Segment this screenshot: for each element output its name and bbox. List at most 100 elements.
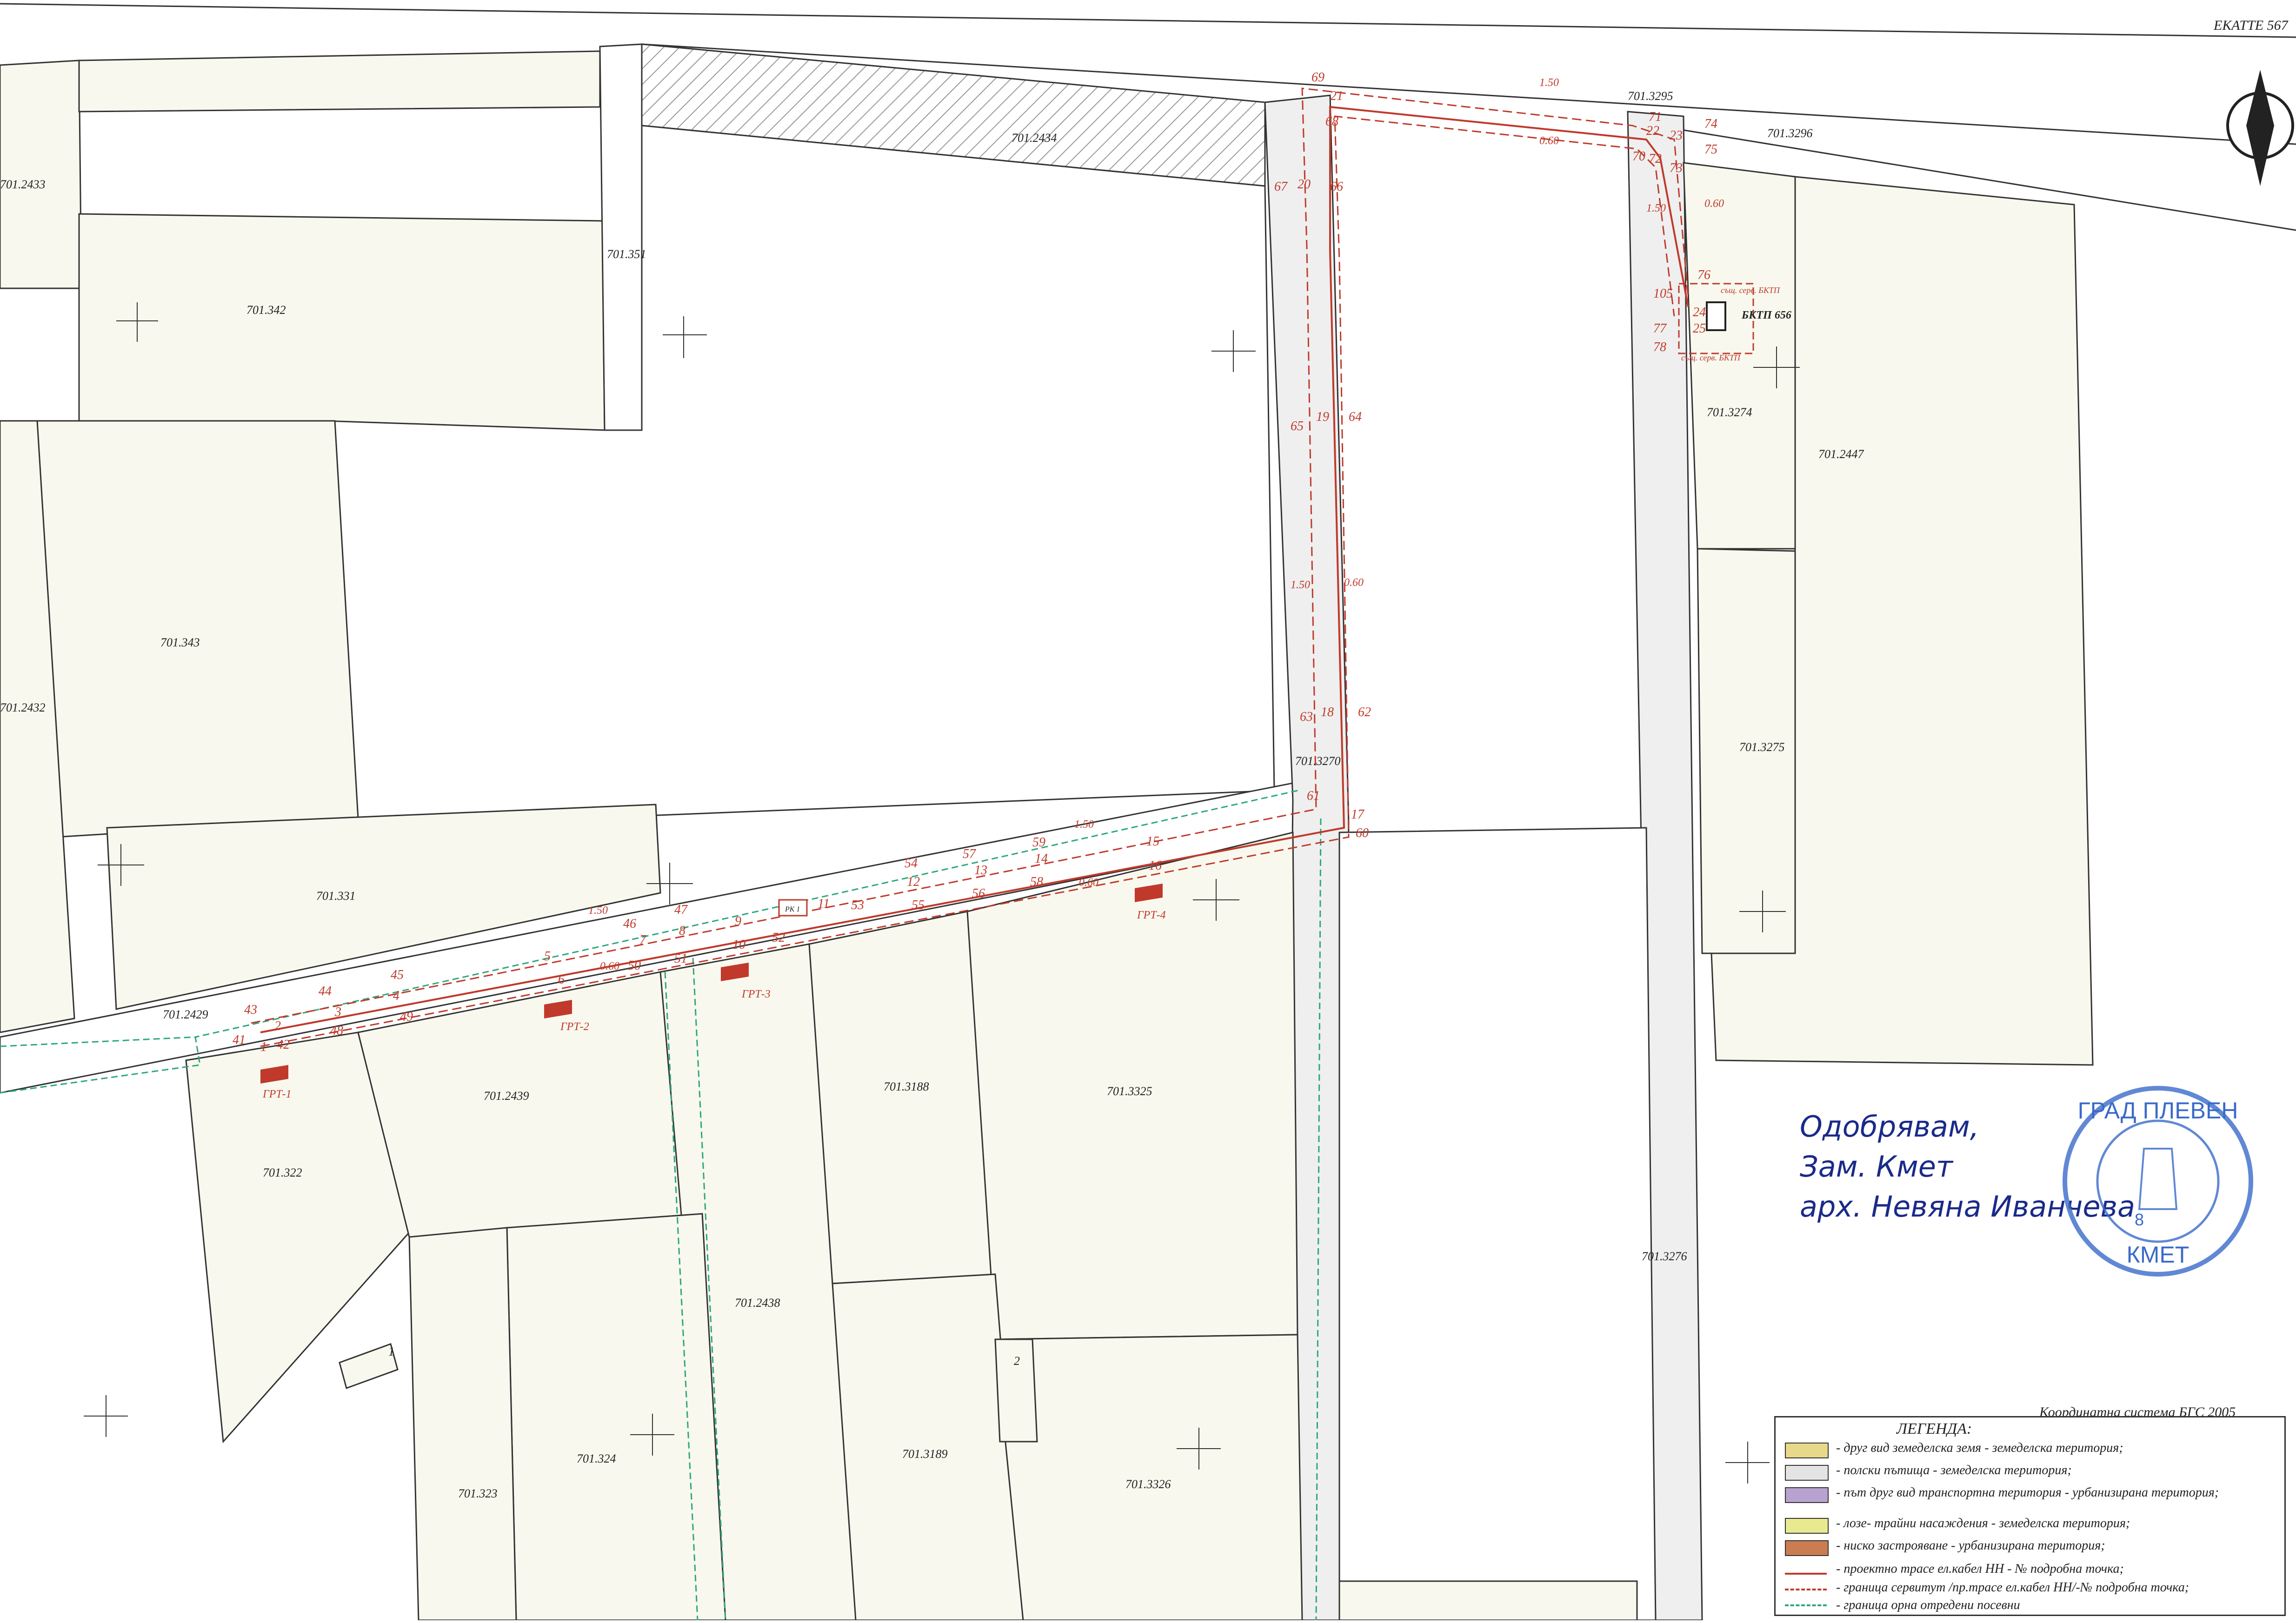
rk-label: РК 1 [785, 905, 800, 913]
point-number: 66 [1330, 180, 1343, 194]
point-number: 52 [772, 931, 785, 945]
ekatte-label: ЕКАТТЕ 567 [2214, 18, 2288, 33]
point-number: 23 [1670, 128, 1683, 143]
point-number: 13 [974, 863, 987, 878]
point-number: 46 [623, 917, 636, 931]
point-number: 42 [277, 1038, 290, 1052]
parcel-323 [408, 1227, 517, 1620]
point-number: 3 [334, 1005, 341, 1019]
bottom-block [1338, 1580, 1638, 1620]
stamp-number: 8 [2135, 1210, 2144, 1229]
parcel-label: 701.3189 [902, 1447, 948, 1461]
point-number: 72 [1649, 152, 1662, 166]
legend-swatch [1785, 1443, 1829, 1458]
legend-item: - граница орна отредени посевни [1785, 1597, 2283, 1623]
parcel-label: 701.3276 [1642, 1250, 1687, 1263]
point-number: 18 [1321, 705, 1334, 719]
grt-label: ГРТ-3 [741, 988, 771, 1000]
parcel-label: 701.3295 [1628, 89, 1673, 103]
point-number: 25 [1693, 321, 1706, 336]
point-number: 11 [818, 897, 830, 911]
parcel-351-strip [78, 50, 601, 113]
cadastral-map: 701.2433 701.351 701.342 701.2434 701.32… [0, 0, 2296, 1620]
parcel-label: 701.324 [577, 1452, 616, 1465]
dim-label: 0.60 [1539, 135, 1559, 147]
point-number: 54 [905, 856, 918, 871]
point-number: 56 [972, 886, 985, 901]
point-number: 74 [1704, 117, 1717, 131]
point-number: 44 [319, 984, 332, 998]
legend-swatch [1785, 1563, 1827, 1575]
legend-text: - път друг вид транспортна територия - у… [1836, 1485, 2219, 1500]
grt-label: ГРТ-4 [1137, 909, 1166, 921]
parcel-label: 701.2439 [484, 1089, 529, 1103]
legend-item: - ниско застрояване - урбанизирана терит… [1785, 1537, 2283, 1563]
legend-text: - граница орна отредени посевни [1836, 1598, 2020, 1612]
legend-swatch [1785, 1465, 1829, 1481]
point-number: 49 [400, 1010, 413, 1024]
point-number: 14 [1035, 851, 1048, 866]
legend-swatch [1785, 1518, 1829, 1534]
legend-text: - проектно трасе ел.кабел НН - № подробн… [1836, 1562, 2124, 1576]
point-number: 6 [558, 972, 565, 987]
parcel-label: 701.3270 [1295, 754, 1341, 768]
parcel-324 [506, 1213, 726, 1620]
cross-mark [1725, 1442, 1770, 1483]
point-number: 5 [544, 949, 551, 964]
parcel-label: 701.3188 [884, 1080, 929, 1093]
dim-label: 0.60 [600, 960, 619, 972]
point-number: 61 [1307, 789, 1320, 803]
point-number: 20 [1298, 177, 1311, 192]
point-number: 17 [1351, 807, 1364, 822]
parcel-label: 701.343 [160, 636, 200, 649]
stamp-bottom-text: КМЕТ [2127, 1242, 2190, 1268]
legend-swatch [1785, 1600, 1827, 1606]
parcel-3276-white [1338, 827, 1657, 1620]
parcel-label: 701.2432 [0, 701, 46, 714]
parcel-label: 701.351 [607, 247, 646, 261]
point-number: 48 [330, 1024, 343, 1038]
parcel-label: 701.3296 [1767, 126, 1813, 140]
legend-swatch [1785, 1487, 1829, 1503]
legend-text: - ниско застрояване - урбанизирана терит… [1836, 1538, 2105, 1553]
point-number: 51 [674, 951, 687, 966]
point-number: 68 [1325, 114, 1338, 129]
grt-label: ГРТ-2 [560, 1021, 589, 1033]
point-number: 15 [1146, 834, 1159, 849]
legend-swatch [1785, 1540, 1829, 1556]
point-number: 21 [1330, 89, 1343, 103]
parcel-343 [36, 420, 359, 838]
bktp-building [1706, 301, 1726, 331]
dim-label: 1.50 [1291, 579, 1310, 591]
bktp-label: БКТП 656 [1741, 309, 1791, 321]
legend-text: - граница сервитут /пр.трасе ел.кабел НН… [1836, 1580, 2190, 1595]
legend-title: ЛЕГЕНДА: [1897, 1420, 1972, 1437]
point-number: 59 [1032, 835, 1045, 850]
point-number: 45 [391, 968, 404, 982]
parcel-label: 701.2433 [0, 178, 46, 191]
point-number: 7 [639, 933, 646, 947]
legend-text: - друг вид земеделска земя - земеделска … [1836, 1441, 2123, 1455]
point-number: 69 [1311, 70, 1324, 85]
parcel-label: 701.322 [263, 1166, 302, 1179]
point-number: 55 [912, 898, 925, 912]
point-number: 75 [1704, 142, 1717, 157]
point-number: 41 [233, 1033, 246, 1047]
parcel-label: 701.342 [246, 303, 286, 317]
legend-text: - лозе- трайни насаждения - земеделска т… [1836, 1516, 2130, 1530]
parcel-label: 701.3325 [1107, 1084, 1152, 1098]
point-number: 22 [1646, 124, 1659, 138]
point-number: 10 [732, 938, 745, 952]
point-number: 57 [963, 847, 976, 861]
point-number: 12 [907, 875, 920, 889]
parcel-label: 701.2438 [735, 1296, 780, 1310]
point-number: 76 [1697, 268, 1710, 282]
parcel-label: 701.2447 [1818, 447, 1864, 461]
dim-label: 0.60 [1344, 577, 1364, 589]
point-number: 67 [1274, 180, 1288, 194]
point-number: 77 [1653, 321, 1667, 336]
point-number: 50 [628, 958, 641, 973]
parcel-label: 701.323 [458, 1487, 498, 1500]
parcel-2433 [0, 60, 82, 289]
point-number: 43 [244, 1003, 257, 1017]
